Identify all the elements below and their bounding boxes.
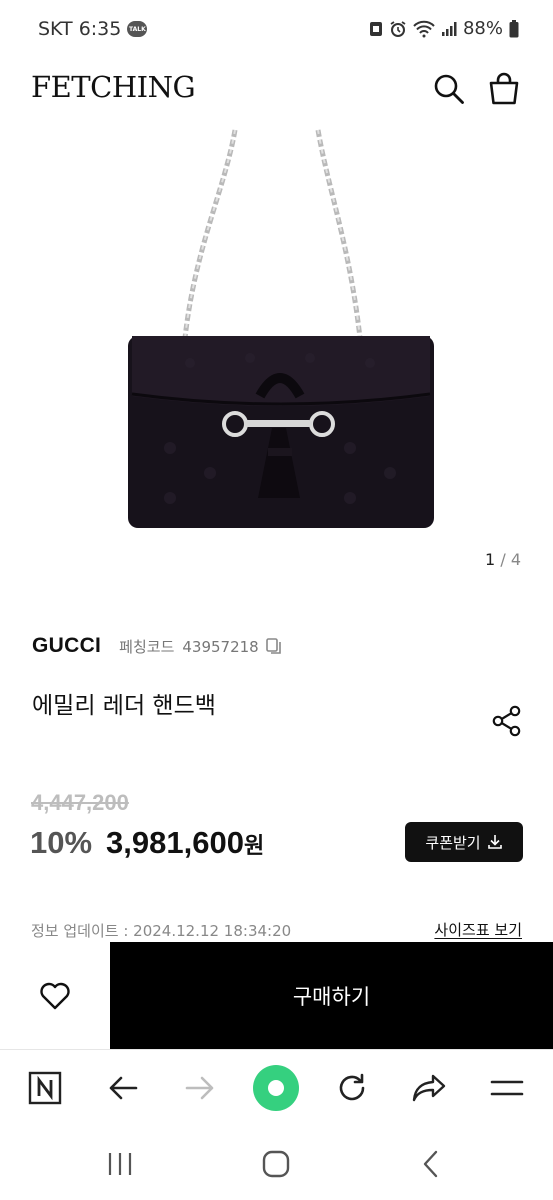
pager-current: 1 <box>485 550 496 569</box>
status-left: SKT 6:35 TALK <box>38 18 148 40</box>
product-name: 에밀리 레더 핸드백 <box>32 693 216 719</box>
refresh-icon[interactable] <box>333 1069 371 1107</box>
recent-apps-icon[interactable] <box>105 1149 135 1179</box>
sale-price: 3,981,600 <box>106 825 244 860</box>
update-info: 정보 업데이트 : 2024.12.12 18:34:20 <box>31 922 292 940</box>
wishlist-button[interactable] <box>0 942 110 1049</box>
download-icon <box>487 835 502 849</box>
chain-strap-icon <box>182 129 363 339</box>
back-button-icon[interactable] <box>416 1149 446 1179</box>
home-button-icon[interactable] <box>261 1149 291 1179</box>
brand-name[interactable]: GUCCI <box>32 634 101 658</box>
share-arrow-icon[interactable] <box>410 1069 448 1107</box>
shopping-bag-icon[interactable] <box>487 72 521 106</box>
fetching-logo[interactable]: FETCHING <box>31 70 196 104</box>
heart-icon <box>40 982 70 1009</box>
currency-unit: 원 <box>243 834 265 859</box>
product-code-label: 페칭코드 <box>119 638 175 656</box>
browser-toolbar <box>0 1049 553 1129</box>
system-nav-bar <box>0 1129 553 1200</box>
buy-button-label: 구매하기 <box>292 984 371 1009</box>
kakaotalk-icon: TALK <box>127 21 148 37</box>
discount-rate: 10% <box>30 825 93 860</box>
app-header: FETCHING <box>0 60 553 120</box>
signal-icon <box>441 21 457 36</box>
copy-icon[interactable] <box>265 637 283 655</box>
buy-button[interactable]: 구매하기 <box>110 942 553 1049</box>
carrier-time: SKT 6:35 <box>38 18 122 40</box>
status-bar: SKT 6:35 TALK 88% <box>0 0 553 56</box>
brand-row: GUCCI 페칭코드 43957218 <box>32 634 283 658</box>
status-right: 88% <box>369 18 519 39</box>
battery-percent: 88% <box>462 18 503 39</box>
share-icon[interactable] <box>490 704 524 738</box>
naver-n-icon[interactable] <box>26 1069 64 1107</box>
coupon-button[interactable]: 쿠폰받기 <box>405 822 523 862</box>
back-arrow-icon[interactable] <box>104 1069 142 1107</box>
product-image[interactable] <box>110 128 443 548</box>
wifi-icon <box>413 20 435 37</box>
image-pager: 1 / 4 <box>485 550 521 569</box>
home-icon[interactable] <box>253 1065 299 1111</box>
alarm-icon <box>390 20 406 37</box>
forward-arrow-icon[interactable] <box>181 1069 219 1107</box>
price-row: 10% 3,981,600 원 <box>30 825 264 861</box>
pager-separator: / <box>500 550 506 569</box>
menu-icon[interactable] <box>488 1069 526 1107</box>
notification-icon <box>369 21 382 36</box>
coupon-button-label: 쿠폰받기 <box>425 833 481 852</box>
battery-icon <box>509 19 519 37</box>
original-price: 4,447,200 <box>31 790 129 815</box>
pager-total: 4 <box>510 550 521 569</box>
home-circle <box>253 1065 299 1111</box>
search-icon[interactable] <box>432 72 466 106</box>
product-code: 43957218 <box>182 638 259 656</box>
size-chart-link[interactable]: 사이즈표 보기 <box>434 919 522 940</box>
